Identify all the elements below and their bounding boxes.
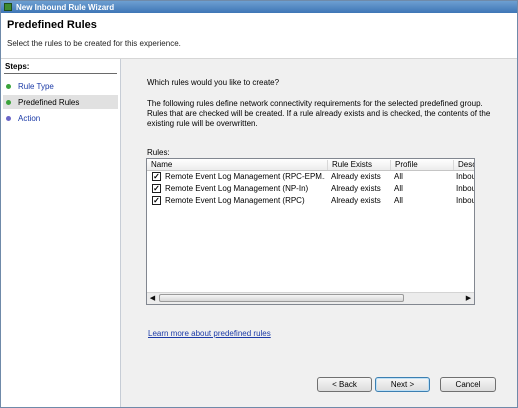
- cancel-button[interactable]: Cancel: [440, 377, 496, 392]
- rule-profile: All: [394, 196, 403, 205]
- steps-title: Steps:: [5, 62, 30, 71]
- table-row[interactable]: ✓ Remote Event Log Management (NP-In) Al…: [147, 183, 475, 195]
- rule-name: Remote Event Log Management (RPC-EPM...: [165, 172, 325, 181]
- rule-checkbox[interactable]: ✓: [152, 196, 161, 205]
- column-header-description[interactable]: Desc: [454, 160, 474, 170]
- rule-exists: Already exists: [331, 196, 381, 205]
- window-title: New Inbound Rule Wizard: [16, 2, 115, 12]
- scroll-right-arrow-icon[interactable]: ▶: [464, 294, 473, 303]
- next-button[interactable]: Next >: [375, 377, 430, 392]
- firewall-app-icon: [4, 3, 12, 11]
- steps-panel: Steps: Rule Type Predefined Rules Action: [1, 59, 121, 407]
- wizard-header: Predefined Rules Select the rules to be …: [1, 13, 517, 59]
- rule-checkbox[interactable]: ✓: [152, 184, 161, 193]
- learn-more-link[interactable]: Learn more about predefined rules: [148, 329, 271, 338]
- question-text: Which rules would you like to create?: [147, 78, 280, 87]
- rules-list-header: Name Rule Exists Profile Desc: [147, 159, 474, 171]
- step-status-dot-icon: [6, 83, 11, 89]
- rule-name: Remote Event Log Management (RPC): [165, 196, 305, 205]
- step-status-dot-icon: [6, 99, 11, 105]
- table-row[interactable]: ✓ Remote Event Log Management (RPC-EPM..…: [147, 171, 475, 183]
- column-header-name[interactable]: Name: [147, 160, 328, 170]
- step-label: Rule Type: [18, 81, 54, 91]
- rule-profile: All: [394, 184, 403, 193]
- rule-description: Inbou: [456, 196, 475, 205]
- rule-exists: Already exists: [331, 172, 381, 181]
- page-subtitle: Select the rules to be created for this …: [7, 39, 181, 48]
- description-text: The following rules define network conne…: [147, 99, 491, 128]
- wizard-window: New Inbound Rule Wizard Predefined Rules…: [0, 0, 518, 408]
- step-action[interactable]: Action: [3, 111, 118, 125]
- title-bar[interactable]: New Inbound Rule Wizard: [1, 1, 517, 13]
- step-label: Action: [18, 113, 41, 123]
- rule-description: Inbou: [456, 184, 475, 193]
- column-header-rule-exists[interactable]: Rule Exists: [328, 160, 391, 170]
- page-title: Predefined Rules: [7, 19, 97, 31]
- rule-profile: All: [394, 172, 403, 181]
- rule-exists: Already exists: [331, 184, 381, 193]
- rule-checkbox[interactable]: ✓: [152, 172, 161, 181]
- steps-divider: [4, 73, 117, 74]
- rule-description: Inbou: [456, 172, 475, 181]
- rules-label: Rules:: [147, 148, 170, 157]
- main-content: Which rules would you like to create? Th…: [121, 59, 517, 407]
- table-row[interactable]: ✓ Remote Event Log Management (RPC) Alre…: [147, 195, 475, 207]
- step-rule-type[interactable]: Rule Type: [3, 79, 118, 93]
- rule-name: Remote Event Log Management (NP-In): [165, 184, 309, 193]
- horizontal-scrollbar[interactable]: ◀ ▶: [147, 292, 474, 304]
- scrollbar-thumb[interactable]: [159, 294, 404, 302]
- scroll-left-arrow-icon[interactable]: ◀: [148, 294, 157, 303]
- rules-list[interactable]: Name Rule Exists Profile Desc ✓ Remote E…: [146, 158, 475, 305]
- column-header-profile[interactable]: Profile: [391, 160, 454, 170]
- step-status-dot-icon: [6, 115, 11, 121]
- step-label: Predefined Rules: [18, 97, 80, 107]
- back-button[interactable]: < Back: [317, 377, 372, 392]
- step-predefined-rules[interactable]: Predefined Rules: [3, 95, 118, 109]
